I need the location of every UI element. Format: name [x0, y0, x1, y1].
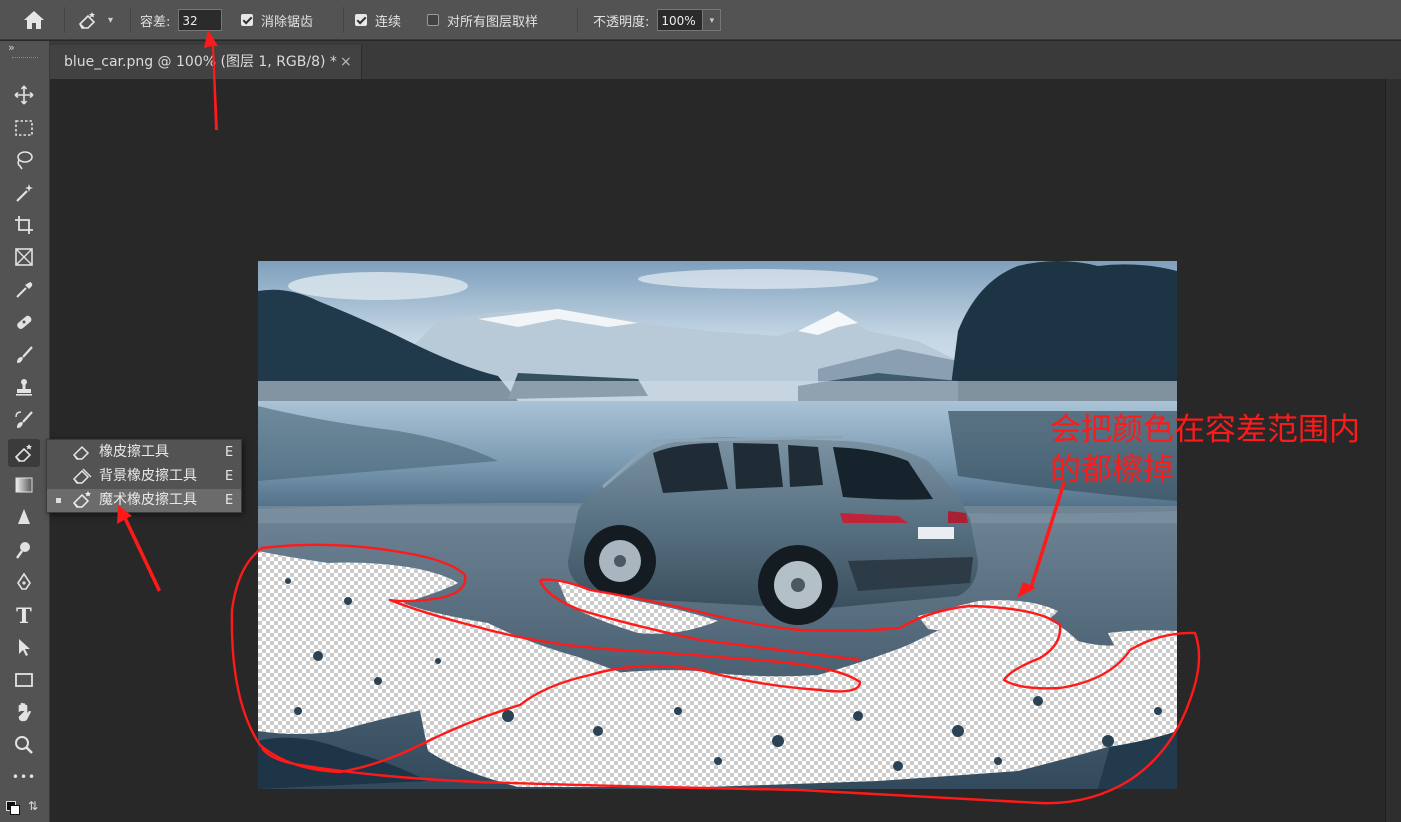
- frame-icon: [15, 248, 33, 266]
- antialias-checkbox[interactable]: [241, 14, 253, 26]
- document-tab-strip: blue_car.png @ 100% (图层 1, RGB/8) * ×: [50, 41, 1401, 79]
- sample-all-layers-label: 对所有图层取样: [447, 14, 539, 30]
- menu-item-label: 魔术橡皮擦工具: [99, 492, 197, 508]
- panel-collapse-icon[interactable]: »: [8, 41, 15, 54]
- marquee-tool[interactable]: [8, 114, 40, 142]
- clone-stamp-icon: [16, 379, 32, 396]
- move-tool[interactable]: [8, 81, 40, 109]
- vertical-scrollbar[interactable]: [1385, 79, 1401, 822]
- divider: [343, 7, 344, 33]
- crop-icon: [15, 216, 33, 234]
- crop-tool[interactable]: [8, 211, 40, 239]
- type-icon: T: [16, 602, 32, 628]
- home-icon: [24, 11, 44, 29]
- pen-icon: [17, 572, 31, 590]
- divider: [577, 7, 578, 33]
- background-eraser-icon: [73, 468, 92, 484]
- tolerance-input[interactable]: 32: [178, 9, 223, 31]
- blur-tool[interactable]: [8, 503, 40, 531]
- menu-item-shortcut: E: [225, 493, 234, 508]
- annotation-line-2: 的都檫掉: [1050, 452, 1174, 488]
- antialias-label: 消除锯齿: [261, 14, 314, 30]
- default-colors-icon: [10, 805, 20, 815]
- history-brush-tool[interactable]: [8, 406, 40, 434]
- eraser-tool-flyout: 橡皮擦工具 E 背景橡皮擦工具 E 魔术橡皮擦工具 E: [46, 439, 242, 513]
- opacity-dropdown-button[interactable]: ▾: [703, 9, 722, 31]
- healing-brush-icon: [17, 315, 32, 329]
- lasso-tool[interactable]: [8, 146, 40, 174]
- frame-tool[interactable]: [8, 243, 40, 271]
- eraser-icon: [14, 444, 32, 462]
- divider: [64, 7, 65, 33]
- gradient-icon: [15, 477, 33, 493]
- menu-item-shortcut: E: [225, 469, 234, 484]
- zoom-tool[interactable]: [8, 731, 40, 759]
- tolerance-label: 容差:: [140, 14, 171, 30]
- opacity-input[interactable]: 100%: [657, 9, 704, 31]
- eyedropper-icon: [16, 282, 33, 298]
- document-tab[interactable]: blue_car.png @ 100% (图层 1, RGB/8) * ×: [50, 45, 362, 79]
- clone-stamp-tool[interactable]: [8, 373, 40, 401]
- sample-all-layers-toggle[interactable]: 对所有图层取样: [427, 0, 538, 40]
- menu-item-magic-eraser[interactable]: 魔术橡皮擦工具 E: [47, 489, 241, 512]
- brush-tool[interactable]: [8, 341, 40, 369]
- contiguous-label: 连续: [375, 14, 402, 30]
- tool-preset-picker[interactable]: ▾: [74, 0, 113, 40]
- eyedropper-tool[interactable]: [8, 276, 40, 304]
- color-swatches[interactable]: ⇅: [6, 799, 42, 819]
- magic-wand-tool[interactable]: [8, 179, 40, 207]
- contiguous-checkbox[interactable]: [355, 14, 367, 26]
- close-icon[interactable]: ×: [340, 45, 352, 79]
- selected-indicator: [56, 498, 61, 503]
- dodge-icon: [16, 542, 30, 559]
- rectangle-icon: [15, 673, 33, 687]
- magic-wand-icon: [16, 184, 33, 202]
- image-canvas[interactable]: [258, 261, 1177, 789]
- zoom-icon: [15, 736, 33, 754]
- menu-item-eraser[interactable]: 橡皮擦工具 E: [47, 441, 241, 464]
- path-selection-tool[interactable]: [8, 633, 40, 661]
- rectangle-tool[interactable]: [8, 666, 40, 694]
- menu-item-shortcut: E: [225, 445, 234, 460]
- blur-icon: [18, 509, 30, 524]
- eraser-tool[interactable]: [8, 439, 40, 467]
- opacity-label: 不透明度:: [593, 14, 650, 30]
- dodge-tool[interactable]: [8, 536, 40, 564]
- pen-tool[interactable]: [8, 568, 40, 596]
- healing-brush-tool[interactable]: [8, 308, 40, 336]
- document-tab-title: blue_car.png @ 100% (图层 1, RGB/8) *: [64, 54, 337, 70]
- path-selection-icon: [19, 639, 30, 656]
- sample-all-layers-checkbox[interactable]: [427, 14, 439, 26]
- annotation-line-1: 会把颜色在容差范围内: [1050, 412, 1360, 448]
- marquee-icon: [15, 120, 33, 136]
- move-icon: [14, 85, 34, 105]
- contiguous-toggle[interactable]: 连续: [355, 0, 401, 40]
- home-button[interactable]: [22, 0, 46, 40]
- menu-item-label: 背景橡皮擦工具: [99, 468, 197, 484]
- options-bar: ▾ 容差: 32 消除锯齿 连续 对所有图层取样 不透明度: 100% ▾: [0, 0, 1401, 40]
- hand-tool[interactable]: [8, 698, 40, 726]
- history-brush-icon: [15, 411, 33, 428]
- erased-region: [258, 551, 1177, 787]
- type-tool[interactable]: T: [8, 601, 40, 629]
- divider: [130, 7, 131, 33]
- brush-icon: [17, 346, 33, 363]
- lasso-icon: [17, 151, 33, 170]
- swap-colors-icon[interactable]: ⇅: [28, 799, 38, 813]
- eraser-icon: [73, 445, 90, 460]
- hand-icon: [18, 702, 32, 722]
- chevron-down-icon: ▾: [108, 14, 114, 26]
- more-icon: •••: [11, 770, 37, 784]
- menu-item-background-eraser[interactable]: 背景橡皮擦工具 E: [47, 465, 241, 488]
- antialias-toggle[interactable]: 消除锯齿: [241, 0, 313, 40]
- panel-grip[interactable]: [12, 57, 38, 60]
- tools-panel: » T ••• ⇅: [0, 41, 50, 822]
- more-tools[interactable]: •••: [8, 763, 40, 791]
- gradient-tool[interactable]: [8, 471, 40, 499]
- menu-item-label: 橡皮擦工具: [99, 444, 169, 460]
- magic-eraser-icon: [79, 12, 96, 29]
- magic-eraser-icon: [73, 491, 91, 508]
